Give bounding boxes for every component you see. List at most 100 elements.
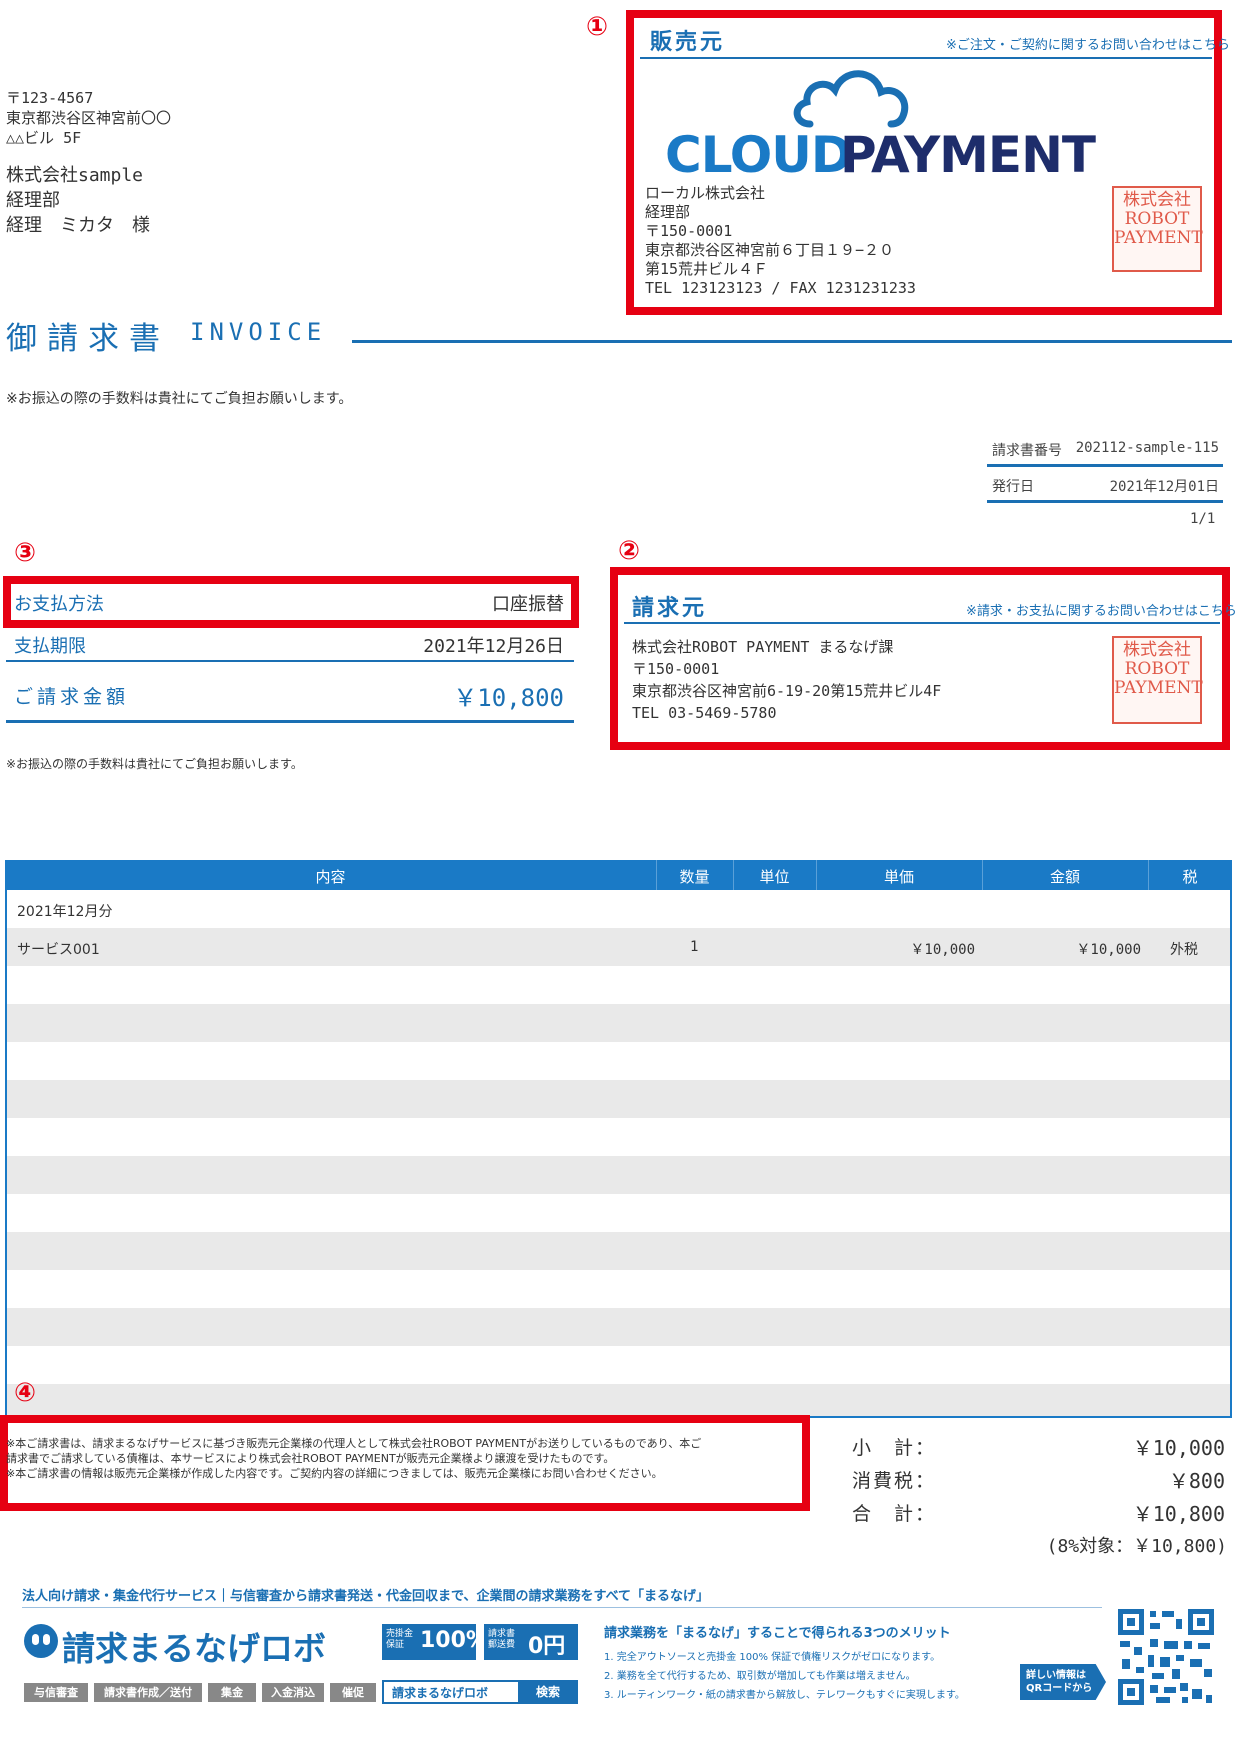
issue-date-row: 発行日 2021年12月01日 — [987, 470, 1223, 500]
payment-amount-label: ご請求金額 — [14, 686, 130, 708]
feature-chip: 集金 — [208, 1683, 256, 1702]
meta-rule-2 — [987, 500, 1223, 503]
marker-2: ② — [618, 536, 641, 566]
badge-postage-label: 請求書郵送費 — [488, 1629, 516, 1650]
biller-postal: 〒150-0001 — [632, 660, 720, 678]
recipient-block: 〒123-4567 東京都渋谷区神宮前〇〇 △△ビル 5F 株式会社sample… — [6, 88, 366, 238]
disclaimer: ※本ご請求書は、請求まるなげサービスに基づき販売元企業様の代理人として株式会社R… — [6, 1436, 796, 1481]
items-table-header: 内容 数量 単位 単価 金額 税 — [5, 860, 1232, 890]
invoice-number-label: 請求書番号 — [992, 443, 1062, 459]
merits-list: 1. 完全アウトソースと売掛金 100% 保証で債権リスクがゼロになります。 2… — [604, 1648, 965, 1705]
marker-4: ④ — [14, 1378, 37, 1408]
issue-date-label: 発行日 — [992, 479, 1034, 495]
header-unit: 単位 — [759, 868, 790, 886]
qr-code-icon[interactable] — [1118, 1609, 1214, 1705]
brand-name: 請求まるなげロボ — [62, 1629, 326, 1668]
biller-info: 株式会社ROBOT PAYMENT まるなげ課 〒150-0001 東京都渋谷区… — [632, 636, 1032, 724]
marker-3: ③ — [14, 538, 37, 568]
table-row-period: 2021年12月分 — [7, 890, 1230, 928]
recipient-person: 経理 ミカタ 様 — [6, 215, 150, 236]
seller-address-2: 第15荒井ビル４Ｆ — [645, 260, 769, 278]
consumption-tax-value: ￥800 — [1168, 1469, 1225, 1493]
subtotal-value: ￥10,000 — [1132, 1436, 1225, 1460]
payment-due-row: 支払期限 2021年12月26日 — [6, 630, 574, 657]
total-value: ￥10,800 — [1132, 1502, 1225, 1526]
payment-rule-1 — [6, 660, 574, 662]
table-row-item: サービス001 1 ￥10,000 ￥10,000 外税 — [7, 928, 1230, 966]
payment-amount: ￥10,800 — [453, 684, 564, 712]
table-row — [7, 1384, 1230, 1416]
table-row — [7, 1080, 1230, 1118]
recipient-department: 経理部 — [6, 190, 60, 211]
disclaimer-line-3: ※本ご請求書の情報は販売元企業様が作成した内容です。ご契約内容の詳細につきまして… — [6, 1467, 663, 1480]
title-english: INVOICE — [190, 318, 327, 346]
seller-note: ※ご注文・ご契約に関するお問い合わせはこちら — [946, 38, 1230, 53]
seller-tel-fax: TEL 123123123 / FAX 1231231233 — [645, 279, 916, 297]
recipient-address-2: △△ビル 5F — [6, 129, 82, 147]
header-amount: 金額 — [1049, 868, 1080, 886]
badge-postage-value: 0円 — [528, 1634, 566, 1659]
merit-2: 2. 業務を全て代行するため、取引数が増加しても作業は増えません。 — [604, 1671, 916, 1682]
payment-method-row: お支払方法 口座振替 — [6, 590, 574, 616]
banner-rule — [22, 1607, 1102, 1608]
payment-method: 口座振替 — [492, 594, 564, 615]
seller-info: ローカル株式会社 経理部 〒150-0001 東京都渋谷区神宮前６丁目１９−２０… — [645, 184, 985, 298]
marker-1: ① — [586, 12, 609, 42]
payment-due: 2021年12月26日 — [423, 636, 564, 657]
feature-chip: 請求書作成／送付 — [94, 1683, 202, 1702]
seller-seal-stamp: 株式会社 ROBOT PAYMENT — [1112, 186, 1203, 272]
title-japanese: 御請求書 — [6, 321, 170, 357]
biller-heading: 請求元 — [632, 596, 708, 621]
feature-chip: 催促 — [330, 1683, 376, 1702]
merits-title: 請求業務を「まるなげ」することで得られる3つのメリット — [604, 1626, 951, 1641]
table-row — [7, 1346, 1230, 1384]
seller-heading-rule — [640, 57, 1212, 59]
badge-postage: 請求書郵送費 0円 — [484, 1624, 578, 1660]
cloud-icon — [793, 70, 909, 128]
header-price: 単価 — [883, 868, 914, 886]
feature-chip: 入金消込 — [262, 1683, 324, 1702]
search-box[interactable]: 請求まるなげロボ 検索 — [382, 1680, 578, 1704]
table-row — [7, 1118, 1230, 1156]
invoice-number: 202112-sample-115 — [1075, 440, 1219, 456]
payment-method-label: お支払方法 — [14, 594, 104, 615]
recipient-postal: 〒123-4567 — [6, 89, 94, 107]
badge-guarantee: 売掛金保証 100% — [382, 1624, 488, 1660]
seller-department: 経理部 — [645, 203, 691, 221]
total-label: 合 計： — [852, 1503, 937, 1525]
disclaimer-line-1: ※本ご請求書は、請求まるなげサービスに基づき販売元企業様の代理人として株式会社R… — [6, 1437, 702, 1450]
header-qty: 数量 — [679, 868, 710, 886]
consumption-tax-label: 消費税： — [852, 1470, 937, 1492]
table-row — [7, 1232, 1230, 1270]
badge-guarantee-value: 100% — [420, 1628, 488, 1653]
payment-due-label: 支払期限 — [14, 636, 86, 657]
biller-tel: TEL 03-5469-5780 — [632, 704, 777, 722]
merit-3: 3. ルーティンワーク・紙の請求書から解放し、テレワークもすぐに実現します。 — [604, 1690, 965, 1701]
meta-rule-1 — [987, 464, 1223, 467]
table-row — [7, 966, 1230, 1004]
feature-chip: 与信審査 — [24, 1683, 88, 1702]
biller-address: 東京都渋谷区神宮前6-19-20第15荒井ビル4F — [632, 682, 942, 700]
tax-target: (8%対象：￥10,800) — [1046, 1536, 1227, 1557]
table-row — [7, 1270, 1230, 1308]
table-row — [7, 1156, 1230, 1194]
logo-cloud-text: CLOUD — [665, 126, 852, 184]
logo-payment-text: PAYMENT — [840, 126, 1096, 184]
search-button[interactable]: 検索 — [518, 1680, 578, 1704]
biller-company: 株式会社ROBOT PAYMENT まるなげ課 — [632, 638, 894, 656]
notice-small: ※お振込の際の手数料は貴社にてご負担お願いします。 — [6, 757, 303, 771]
table-row — [7, 1004, 1230, 1042]
qr-note: 詳しい情報は QRコードから — [1020, 1664, 1106, 1700]
issue-date: 2021年12月01日 — [1109, 479, 1219, 495]
seller-heading: 販売元 — [650, 30, 726, 55]
seller-address-1: 東京都渋谷区神宮前６丁目１９−２０ — [645, 241, 895, 259]
header-content: 内容 — [315, 868, 346, 886]
item-qty: 1 — [690, 939, 699, 955]
title-rule — [352, 340, 1232, 343]
item-amount: ￥10,000 — [1076, 942, 1141, 958]
seller-company: ローカル株式会社 — [645, 184, 766, 202]
item-price: ￥10,000 — [910, 942, 975, 958]
disclaimer-line-2: 請求書でご請求している債権は、本サービスにより株式会社ROBOT PAYMENT… — [6, 1452, 615, 1465]
banner-tagline: 法人向け請求・集金代行サービス｜与信審査から請求書発送・代金回収まで、企業間の請… — [22, 1589, 710, 1604]
item-tax: 外税 — [1170, 942, 1198, 958]
